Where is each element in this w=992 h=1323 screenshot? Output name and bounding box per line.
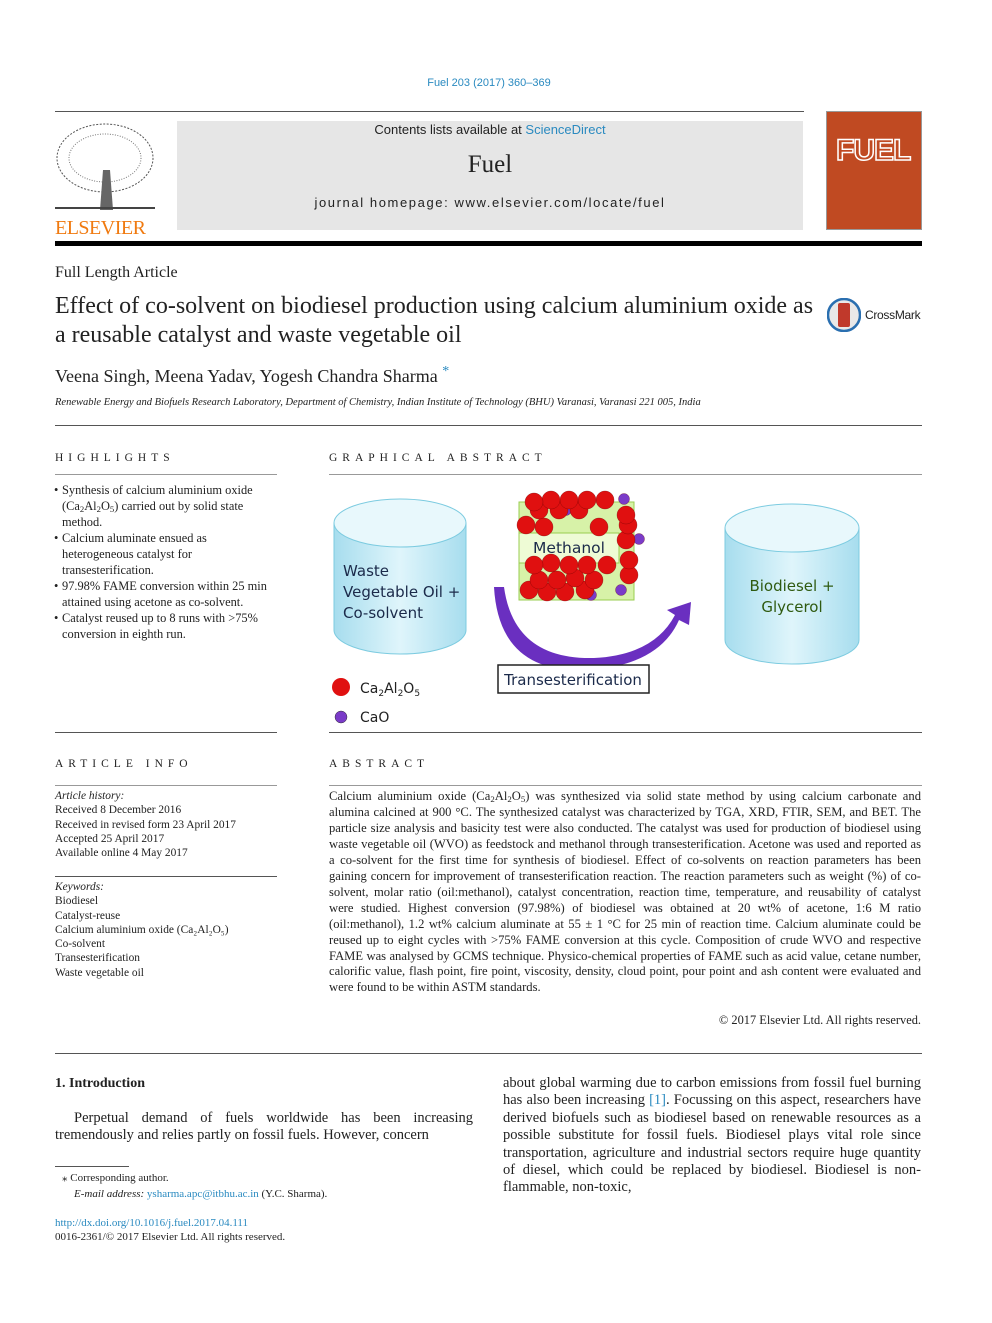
journal-cover[interactable]: FUEL	[826, 111, 922, 230]
cover-title: FUEL	[835, 133, 912, 168]
crossmark-icon	[827, 298, 861, 332]
graphical-abstract-heading: GRAPHICAL ABSTRACT	[329, 452, 547, 464]
crossmark-label: CrossMark	[865, 308, 921, 322]
catalyst-particle-ca2al2o5	[524, 555, 544, 575]
highlight-item: Calcium aluminate ensued as heterogeneou…	[54, 530, 279, 578]
catalyst-particle-ca2al2o5	[559, 555, 579, 575]
catalyst-particle-ca2al2o5	[534, 517, 554, 537]
sciencedirect-link[interactable]: ScienceDirect	[525, 122, 605, 137]
highlight-item: Synthesis of calcium aluminium oxide (Ca…	[54, 482, 279, 530]
accepted-date: Accepted 25 April 2017	[55, 832, 165, 845]
keyword: Waste vegetable oil	[55, 966, 144, 979]
legend-red-marker	[332, 678, 350, 696]
elsevier-wordmark: ELSEVIER	[55, 217, 146, 239]
catalyst-particle-ca2al2o5	[619, 550, 639, 570]
online-date: Available online 4 May 2017	[55, 847, 188, 860]
legend-purple-label: CaO	[360, 710, 389, 726]
legend-purple-marker	[334, 710, 348, 724]
keyword: Biodiesel	[55, 895, 99, 908]
authors: Veena Singh, Meena Yadav, Yogesh Chandra…	[55, 366, 438, 386]
section-heading-introduction: 1. Introduction	[55, 1076, 145, 1091]
methanol-label: Methanol	[533, 539, 605, 557]
journal-homepage[interactable]: journal homepage: www.elsevier.com/locat…	[177, 195, 803, 210]
header-rule	[55, 241, 922, 246]
product-label-1: Biodiesel +	[749, 577, 834, 595]
doi-link[interactable]: http://dx.doi.org/10.1016/j.fuel.2017.04…	[55, 1217, 248, 1229]
crossmark-button[interactable]: CrossMark	[827, 298, 921, 332]
journal-name: Fuel	[467, 151, 513, 178]
product-label-2: Glycerol	[761, 598, 822, 616]
revised-date: Received in revised form 23 April 2017	[55, 818, 236, 831]
catalyst-particle-ca2al2o5	[516, 515, 536, 535]
catalyst-particle-ca2al2o5	[616, 505, 636, 525]
graphical-abstract-figure: Waste Vegetable Oil + Co-solvent Biodies…	[332, 490, 860, 726]
catalyst-particle-cao	[615, 584, 627, 596]
journal-banner: Contents lists available at ScienceDirec…	[177, 121, 803, 230]
process-label: Transesterification	[503, 671, 642, 689]
corresponding-author-note: Corresponding author.	[70, 1172, 169, 1184]
catalyst-particle-ca2al2o5	[524, 492, 544, 512]
catalyst-particle-cao	[618, 493, 630, 505]
catalyst-particle-ca2al2o5	[577, 490, 597, 510]
highlight-item: Catalyst reused up to 8 runs with >75% c…	[54, 610, 279, 642]
catalyst-particle-ca2al2o5	[589, 517, 609, 537]
footnote: ⁎ Corresponding author. E-mail address: …	[62, 1172, 328, 1201]
highlights-list: Synthesis of calcium aluminium oxide (Ca…	[54, 482, 279, 642]
feedstock-label-2: Vegetable Oil +	[343, 583, 460, 601]
abstract-text: Calcium aluminium oxide (Ca2Al2O5) was s…	[329, 789, 921, 995]
legend-red-label: Ca2Al2O5	[360, 681, 420, 699]
citation-link[interactable]: Fuel 203 (2017) 360–369	[0, 77, 978, 89]
article-type: Full Length Article	[55, 264, 178, 281]
catalyst-particle-ca2al2o5	[577, 555, 597, 575]
contents-label: Contents lists available at	[374, 122, 526, 137]
feedstock-cylinder: Waste Vegetable Oil + Co-solvent	[333, 498, 467, 655]
highlight-item: 97.98% FAME conversion within 25 min att…	[54, 578, 279, 610]
corresponding-author-mark[interactable]: *	[442, 364, 449, 379]
intro-paragraph: Perpetual demand of fuels worldwide has …	[55, 1110, 473, 1144]
catalyst-particle-ca2al2o5	[559, 490, 579, 510]
article-info-heading: ARTICLE INFO	[55, 758, 193, 770]
intro-paragraph-continued: about global warming due to carbon emiss…	[503, 1075, 921, 1196]
catalyst-particle-ca2al2o5	[595, 490, 615, 510]
keywords-label: Keywords:	[55, 881, 104, 893]
catalyst-particle-ca2al2o5	[597, 555, 617, 575]
history-label: Article history:	[55, 790, 125, 802]
catalyst-particle-ca2al2o5	[541, 490, 561, 510]
elsevier-tree-icon	[55, 120, 155, 212]
elsevier-logo[interactable]: ELSEVIER	[55, 120, 155, 239]
highlights-heading: HIGHLIGHTS	[55, 452, 175, 464]
issn-copyright: 0016-2361/© 2017 Elsevier Ltd. All right…	[55, 1231, 286, 1243]
product-cylinder: Biodiesel + Glycerol	[724, 503, 860, 665]
email-link[interactable]: ysharma.apc@itbhu.ac.in	[147, 1188, 259, 1200]
abstract-heading: ABSTRACT	[329, 758, 430, 770]
keyword: Transesterification	[55, 952, 140, 965]
reference-link[interactable]: [1]	[649, 1092, 666, 1108]
catalyst-particle-ca2al2o5	[547, 570, 567, 590]
feedstock-label-3: Co-solvent	[343, 604, 423, 622]
keywords: Keywords: Biodiesel Catalyst-reuse Calci…	[55, 880, 285, 980]
email-label: E-mail address:	[74, 1188, 147, 1201]
keyword: Calcium aluminium oxide (Ca₂Al₂O₅)	[55, 923, 229, 936]
keyword: Co-solvent	[55, 938, 105, 951]
copyright: © 2017 Elsevier Ltd. All rights reserved…	[718, 1013, 921, 1027]
received-date: Received 8 December 2016	[55, 804, 182, 817]
article-title: Effect of co-solvent on biodiesel produc…	[55, 293, 814, 348]
catalyst-particle-cao	[633, 533, 645, 545]
affiliation: Renewable Energy and Biofuels Research L…	[55, 397, 701, 408]
keyword: Catalyst-reuse	[55, 909, 121, 922]
article-history: Article history: Received 8 December 201…	[55, 789, 285, 860]
footnote-mark: ⁎	[62, 1172, 68, 1184]
catalyst-cube: Methanol	[516, 490, 645, 602]
process-label-box: Transesterification	[497, 664, 650, 694]
feedstock-label-1: Waste	[343, 562, 389, 580]
